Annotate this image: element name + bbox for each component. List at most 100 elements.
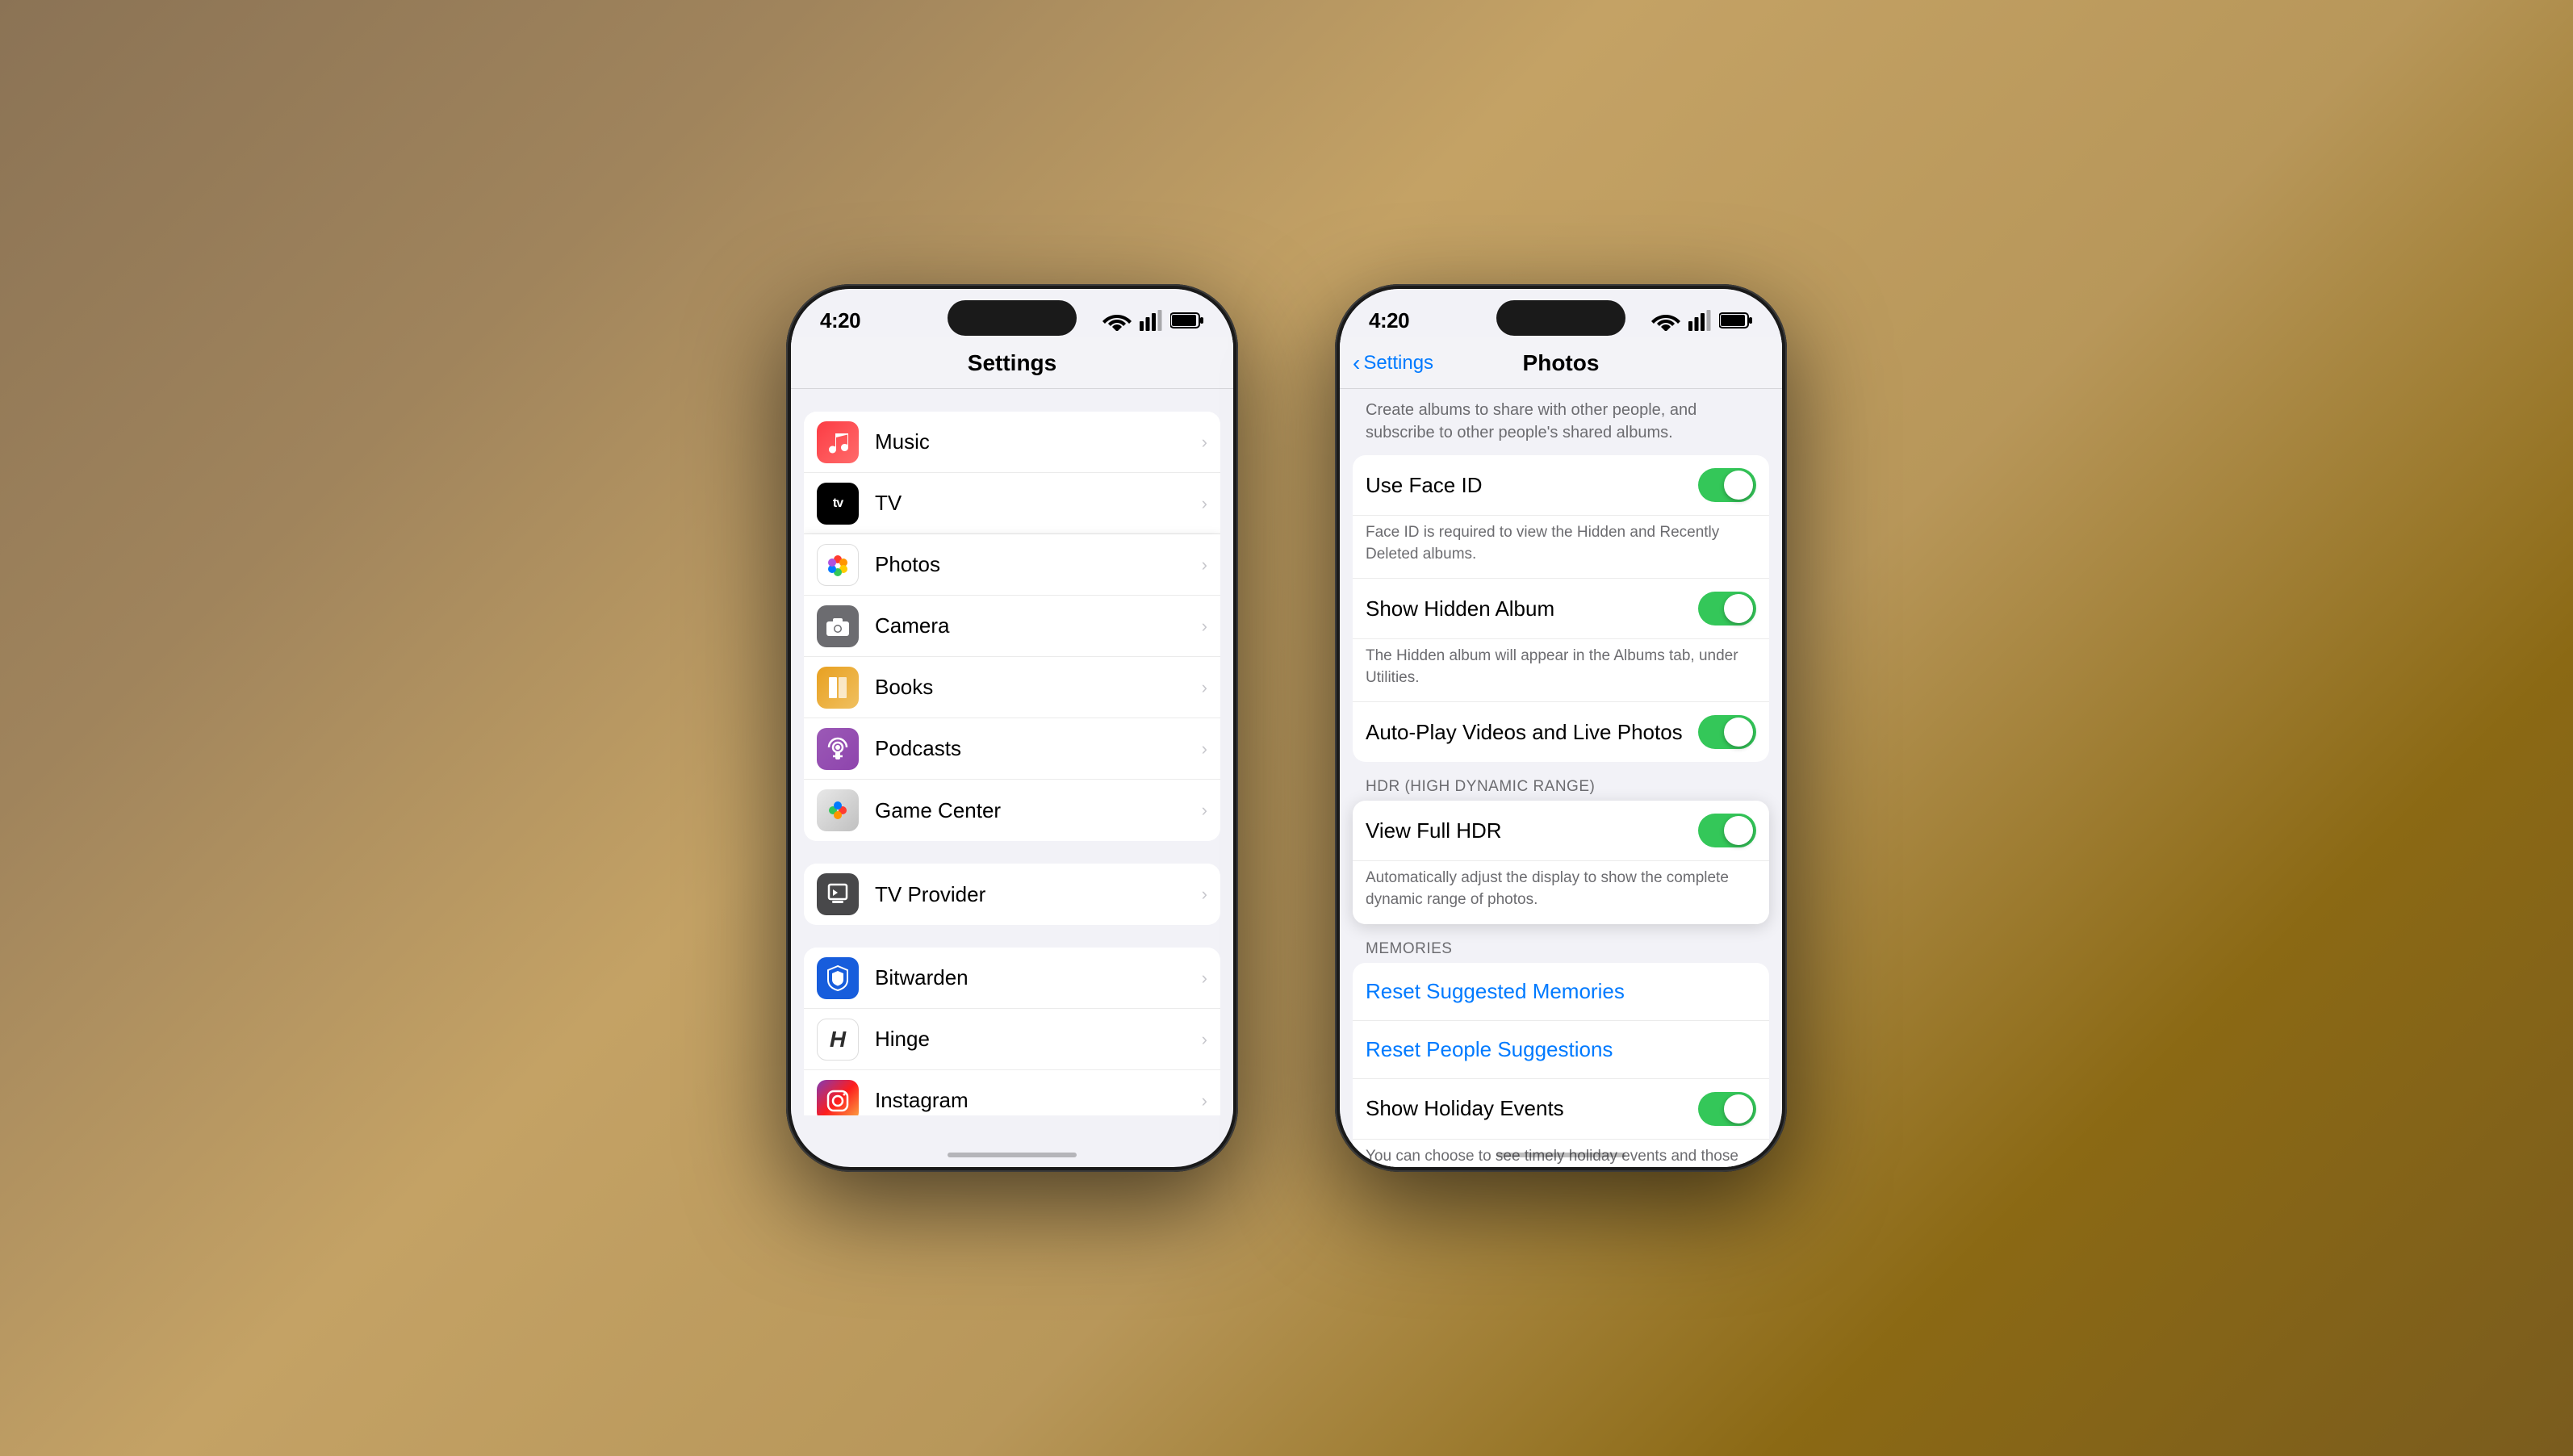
- status-icons-2: [1651, 310, 1753, 331]
- settings-row-books[interactable]: Books ›: [804, 657, 1220, 718]
- phone-2-screen: ‹ Settings Photos Create albums to share…: [1340, 337, 1782, 1167]
- phone-2: 4:20: [1335, 284, 1787, 1172]
- instagram-svg: [826, 1089, 850, 1113]
- camera-chevron: ›: [1202, 616, 1207, 637]
- back-label: Settings: [1363, 352, 1433, 374]
- cellular-icon-2: [1688, 310, 1711, 331]
- podcasts-svg: [826, 737, 850, 761]
- status-icons-1: [1102, 310, 1204, 331]
- face-id-toggle[interactable]: [1698, 468, 1756, 502]
- hdr-section-header: HDR (HIGH DYNAMIC RANGE): [1366, 778, 1595, 795]
- reset-suggested-row[interactable]: Reset Suggested Memories: [1353, 963, 1769, 1021]
- autoplay-label: Auto-Play Videos and Live Photos: [1366, 720, 1698, 745]
- photos-pinwheel-svg: [822, 550, 853, 580]
- autoplay-row[interactable]: Auto-Play Videos and Live Photos: [1353, 702, 1769, 762]
- settings-row-hinge[interactable]: H Hinge ›: [804, 1009, 1220, 1070]
- podcasts-icon: [817, 728, 859, 770]
- view-full-hdr-description: Automatically adjust the display to show…: [1366, 869, 1729, 908]
- hinge-label: Hinge: [875, 1027, 1195, 1052]
- home-indicator-1: [948, 1153, 1077, 1157]
- music-chevron: ›: [1202, 432, 1207, 453]
- photos-icon: [817, 544, 859, 586]
- memories-group: Reset Suggested Memories Reset People Su…: [1353, 963, 1769, 1167]
- hdr-box: View Full HDR Automatically adjust the d…: [1353, 801, 1769, 923]
- books-label: Books: [875, 675, 1195, 700]
- photos-settings-title: Photos: [1523, 350, 1600, 376]
- gamecenter-svg: [825, 797, 851, 823]
- hinge-text: H: [830, 1027, 846, 1052]
- holiday-events-row[interactable]: Show Holiday Events: [1353, 1079, 1769, 1140]
- wifi-icon-1: [1102, 310, 1132, 331]
- books-chevron: ›: [1202, 677, 1207, 698]
- phone-2-inner: 4:20: [1340, 289, 1782, 1167]
- hinge-icon: H: [817, 1019, 859, 1061]
- back-arrow-icon: ‹: [1353, 350, 1360, 376]
- view-full-hdr-row[interactable]: View Full HDR: [1353, 801, 1769, 861]
- settings-row-instagram[interactable]: Instagram ›: [804, 1070, 1220, 1115]
- podcasts-chevron: ›: [1202, 738, 1207, 759]
- camera-svg: [825, 615, 851, 638]
- settings-row-tv[interactable]: tv TV ›: [804, 473, 1220, 534]
- tvprovider-label: TV Provider: [875, 882, 1195, 907]
- reset-suggested-label: Reset Suggested Memories: [1366, 979, 1625, 1003]
- bitwarden-svg: [826, 964, 850, 992]
- settings-list: Music › tv TV ›: [791, 389, 1233, 1115]
- face-id-row[interactable]: Use Face ID: [1353, 455, 1769, 516]
- settings-row-bitwarden[interactable]: Bitwarden ›: [804, 948, 1220, 1009]
- tvprovider-svg: [826, 883, 850, 906]
- gamecenter-chevron: ›: [1202, 800, 1207, 821]
- phone-1-navbar: Settings: [791, 337, 1233, 389]
- settings-group-1: Music › tv TV ›: [804, 412, 1220, 841]
- reset-people-row[interactable]: Reset People Suggestions: [1353, 1021, 1769, 1079]
- tv-chevron: ›: [1202, 493, 1207, 514]
- battery-icon-2: [1719, 312, 1753, 329]
- gamecenter-label: Game Center: [875, 798, 1195, 823]
- hinge-chevron: ›: [1202, 1029, 1207, 1050]
- hidden-album-desc-block: The Hidden album will appear in the Albu…: [1353, 639, 1769, 702]
- status-time-2: 4:20: [1369, 308, 1409, 333]
- view-full-hdr-toggle[interactable]: [1698, 814, 1756, 847]
- hdr-desc-block: Automatically adjust the display to show…: [1353, 861, 1769, 923]
- top-description: Create albums to share with other people…: [1340, 389, 1782, 447]
- settings-group-3: Bitwarden › H Hinge ›: [804, 948, 1220, 1115]
- photos-navbar: ‹ Settings Photos: [1340, 337, 1782, 389]
- memories-header-block: MEMORIES: [1340, 934, 1782, 963]
- memories-section: MEMORIES Reset Suggested Memories Reset …: [1340, 934, 1782, 1167]
- status-time-1: 4:20: [820, 308, 860, 333]
- autoplay-toggle[interactable]: [1698, 715, 1756, 749]
- settings-group-2: TV Provider ›: [804, 864, 1220, 925]
- phone-1-screen: Settings Music: [791, 337, 1233, 1115]
- settings-row-podcasts[interactable]: Podcasts ›: [804, 718, 1220, 780]
- phone-1-inner: 4:20: [791, 289, 1233, 1167]
- instagram-chevron: ›: [1202, 1090, 1207, 1111]
- settings-row-tvprovider[interactable]: TV Provider ›: [804, 864, 1220, 925]
- wifi-icon-2: [1651, 310, 1680, 331]
- home-indicator-2: [1496, 1153, 1625, 1157]
- hidden-album-label: Show Hidden Album: [1366, 596, 1698, 621]
- reset-people-label: Reset People Suggestions: [1366, 1037, 1613, 1061]
- books-icon: [817, 667, 859, 709]
- hidden-album-toggle[interactable]: [1698, 592, 1756, 625]
- music-note-svg: [826, 430, 850, 454]
- settings-row-camera[interactable]: Camera ›: [804, 596, 1220, 657]
- face-id-label: Use Face ID: [1366, 473, 1698, 498]
- holiday-events-toggle[interactable]: [1698, 1092, 1756, 1126]
- instagram-icon: [817, 1080, 859, 1116]
- tv-text: tv: [833, 496, 843, 511]
- main-settings-group: Use Face ID Face ID is required to view …: [1353, 455, 1769, 762]
- holiday-events-label: Show Holiday Events: [1366, 1096, 1698, 1121]
- photos-chevron: ›: [1202, 554, 1207, 575]
- hidden-album-description: The Hidden album will appear in the Albu…: [1366, 647, 1738, 686]
- phone-1: 4:20: [786, 284, 1238, 1172]
- settings-row-music[interactable]: Music ›: [804, 412, 1220, 473]
- phones-container: 4:20: [786, 284, 1787, 1172]
- music-icon: [817, 421, 859, 463]
- settings-row-photos[interactable]: Photos ›: [804, 534, 1220, 596]
- bitwarden-icon: [817, 957, 859, 999]
- hidden-album-row[interactable]: Show Hidden Album: [1353, 579, 1769, 639]
- photos-settings-scroll: Create albums to share with other people…: [1340, 389, 1782, 1167]
- top-description-text: Create albums to share with other people…: [1366, 401, 1697, 441]
- photos-label: Photos: [875, 552, 1195, 577]
- settings-row-gamecenter[interactable]: Game Center ›: [804, 780, 1220, 841]
- back-button[interactable]: ‹ Settings: [1353, 350, 1433, 376]
